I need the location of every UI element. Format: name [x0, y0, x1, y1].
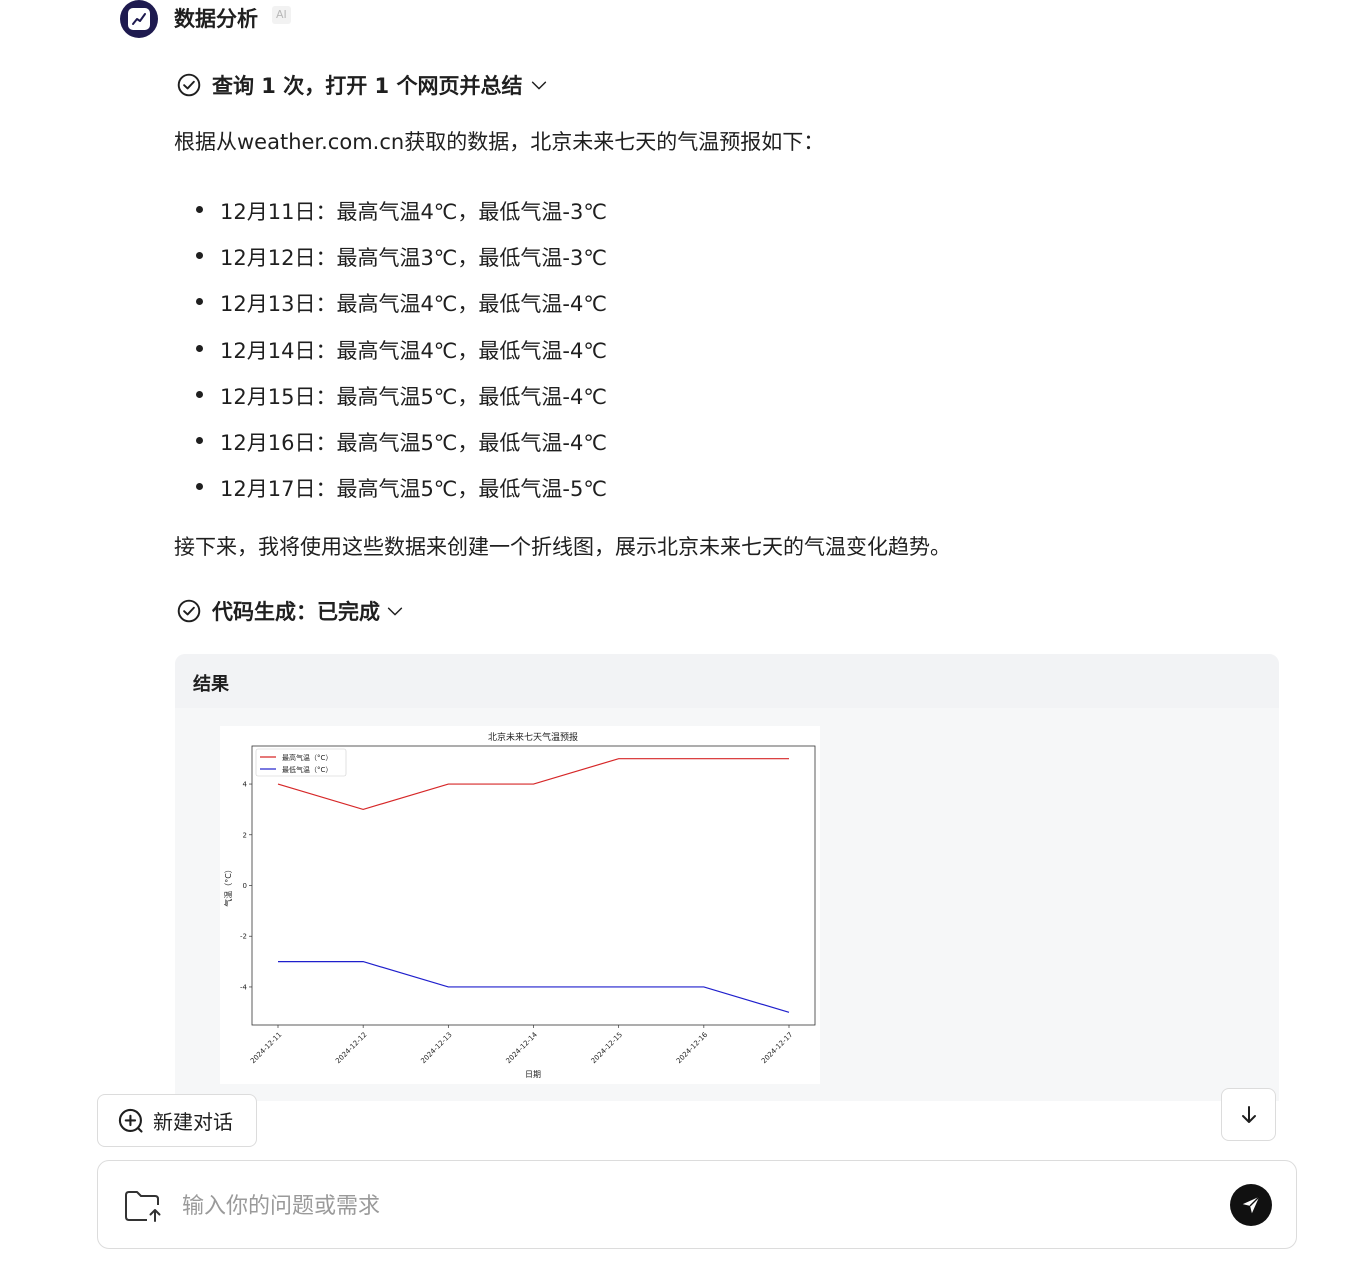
step-search-summary[interactable]: 查询 1 次，打开 1 个网页并总结 [176, 70, 550, 100]
x-tick-label: 2024-12-14 [504, 1030, 539, 1065]
ai-badge: AI [272, 6, 291, 24]
step1-title: 查询 1 次，打开 1 个网页并总结 [212, 74, 523, 98]
chart-icon [128, 8, 150, 30]
chart-svg: 北京未来七天气温预报 420-2-4 2024-12-11 2024-12-12 2… [223, 731, 816, 1079]
intro-text: 根据从weather.com.cn获取的数据，北京未来七天的气温预报如下： [174, 130, 825, 154]
agent-avatar [120, 0, 158, 38]
list-item: 12月13日：最高气温4℃，最低气温-4℃ [196, 281, 607, 327]
series-lines [277, 758, 790, 1013]
x-tick-label: 2024-12-11 [249, 1031, 283, 1065]
result-title: 结果 [193, 674, 229, 695]
y-tick-label: 2 [243, 831, 247, 839]
temperature-chart: 北京未来七天气温预报 4 2 0 -2 -4 2024-12-11 2024-12-12 2… [220, 726, 820, 1084]
x-tick-label: 2024-12-13 [419, 1031, 453, 1065]
chart-legend: 最高气温（°C） 最低气温（°C） [255, 748, 347, 777]
list-item: 12月11日：最高气温4℃，最低气温-3℃ [196, 189, 607, 235]
series-line-low [278, 960, 790, 1013]
x-axis-label: 日期 [525, 1070, 541, 1079]
legend-label-high: 最高气温（°C） [282, 753, 332, 762]
result-header: 结果 [175, 654, 1279, 708]
y-tick-label: 0 [243, 882, 247, 890]
arrow-down-icon [1241, 1105, 1256, 1123]
y-tick-label: 4 [243, 781, 248, 789]
check-circle-icon [177, 73, 201, 97]
plus-circle-icon [118, 1108, 143, 1133]
scroll-down-button[interactable] [1221, 1088, 1276, 1141]
new-chat-button[interactable]: 新建对话 [97, 1094, 257, 1147]
series-line-high [277, 758, 789, 811]
chart-title: 北京未来七天气温预报 [488, 731, 578, 743]
y-axis-label: 气温（°C） [223, 865, 233, 907]
chevron-down-icon[interactable] [384, 600, 406, 622]
agent-name: 数据分析 [174, 7, 258, 31]
y-ticks: 4 2 0 -2 -4 [240, 781, 252, 991]
legend-label-low: 最低气温（°C） [282, 765, 332, 774]
list-item: 12月15日：最高气温5℃，最低气温-4℃ [196, 374, 607, 420]
forecast-list: 12月11日：最高气温4℃，最低气温-3℃ 12月12日：最高气温3℃，最低气温… [196, 189, 607, 512]
new-chat-label: 新建对话 [153, 1110, 233, 1134]
x-ticks: 2024-12-11 2024-12-12 2024-12-13 2024-12-14… [249, 1025, 794, 1065]
x-tick-label: 2024-12-15 [590, 1031, 624, 1065]
list-item: 12月16日：最高气温5℃，最低气温-4℃ [196, 420, 607, 466]
y-tick-label: -2 [240, 933, 247, 941]
y-tick-label: -4 [240, 983, 248, 991]
list-item: 12月17日：最高气温5℃，最低气温-5℃ [196, 466, 607, 512]
result-panel: 结果 北京未来七天气温预报 4 2 0 -2 -4 2024-12-11 2024-12-… [175, 654, 1279, 1101]
chevron-down-icon[interactable] [528, 74, 550, 96]
list-item: 12月14日：最高气温4℃，最低气温-4℃ [196, 328, 607, 374]
x-tick-label: 2024-12-12 [334, 1031, 368, 1065]
send-icon [1242, 1196, 1260, 1214]
summary-text: 接下来，我将使用这些数据来创建一个折线图，展示北京未来七天的气温变化趋势。 [174, 535, 951, 559]
step2-title: 代码生成：已完成 [212, 600, 380, 624]
chat-input-box [97, 1160, 1297, 1249]
chat-input[interactable] [180, 1185, 1184, 1227]
plot-frame [251, 745, 816, 1026]
list-item: 12月12日：最高气温3℃，最低气温-3℃ [196, 235, 607, 281]
x-tick-label: 2024-12-17 [760, 1031, 794, 1065]
check-circle-icon [177, 599, 201, 623]
step-code-generation[interactable]: 代码生成：已完成 [176, 596, 406, 626]
send-button[interactable] [1230, 1184, 1272, 1226]
folder-upload-icon[interactable] [123, 1189, 163, 1223]
x-tick-label: 2024-12-16 [675, 1030, 710, 1065]
